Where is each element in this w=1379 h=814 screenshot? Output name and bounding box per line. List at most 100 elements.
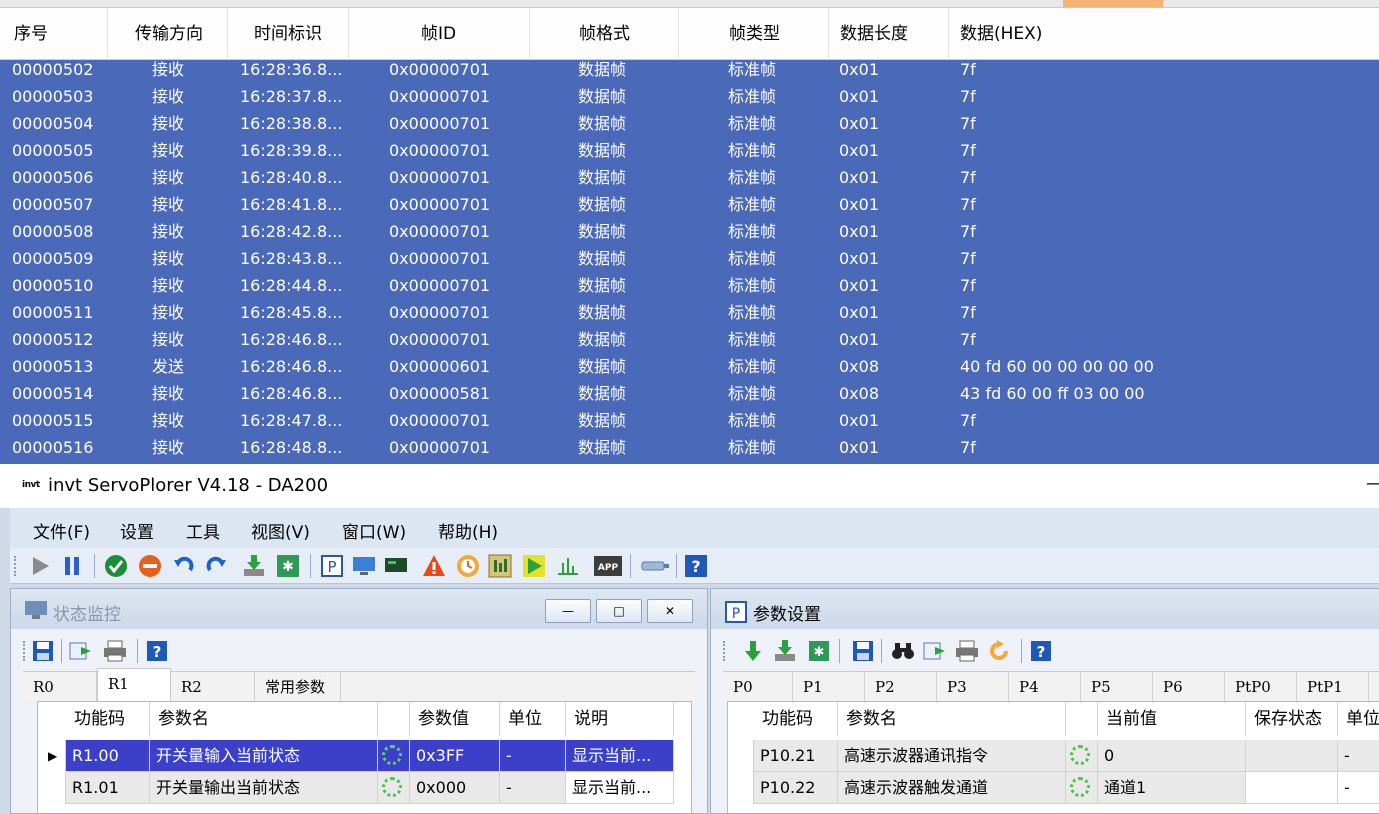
export-icon[interactable]: [69, 639, 93, 663]
check-icon[interactable]: [104, 554, 128, 578]
col-header-status-indicator[interactable]: [378, 702, 410, 736]
chart-icon[interactable]: [556, 554, 580, 578]
run-icon[interactable]: [522, 554, 546, 578]
tab-p4[interactable]: P4: [1009, 672, 1081, 702]
save-icon[interactable]: [31, 639, 55, 663]
toolbar-grip[interactable]: [723, 641, 725, 661]
table-row[interactable]: 00000514 接收 16:28:46.8... 0x00000581 数据帧 标准帧 0…: [0, 380, 1379, 407]
col-header-save-status[interactable]: 保存状态: [1246, 702, 1338, 736]
table-row[interactable]: 00000508 接收 16:28:42.8... 0x00000701 数据帧 标准帧 0…: [0, 218, 1379, 245]
table-row[interactable]: P10.22 高速示波器触发通道 通道1 -: [728, 772, 1379, 804]
tab-p6[interactable]: P6: [1153, 672, 1225, 702]
param-icon[interactable]: P: [320, 554, 344, 578]
table-row[interactable]: P10.21 高速示波器通讯指令 0 -: [728, 740, 1379, 772]
table-row[interactable]: 00000513 发送 16:28:46.8... 0x00000601 数据帧 标准帧 0…: [0, 353, 1379, 380]
menu-help[interactable]: 帮助(H): [438, 518, 498, 543]
col-header-data-length[interactable]: 数据长度: [829, 8, 949, 60]
stop-icon[interactable]: [138, 554, 162, 578]
table-row[interactable]: 00000507 接收 16:28:41.8... 0x00000701 数据帧 标准帧 0…: [0, 191, 1379, 218]
param-settings-titlebar[interactable]: P 参数设置: [711, 589, 1379, 629]
table-row[interactable]: 00000512 接收 16:28:46.8... 0x00000701 数据帧 标准帧 0…: [0, 326, 1379, 353]
io-icon[interactable]: [488, 554, 512, 578]
app-icon[interactable]: APP: [594, 554, 622, 578]
col-header-param-value[interactable]: 参数值: [410, 702, 500, 736]
download-arrow-icon[interactable]: [741, 639, 765, 663]
table-row[interactable]: R1.01 开关量输出当前状态 0x000 - 显示当前...: [38, 772, 691, 804]
tab-ptp0[interactable]: PtP0: [1225, 672, 1297, 702]
table-row[interactable]: 00000506 接收 16:28:40.8... 0x00000701 数据帧 标准帧 0…: [0, 164, 1379, 191]
cell-current-value[interactable]: 0: [1098, 740, 1246, 772]
col-header-timestamp[interactable]: 时间标识: [228, 8, 349, 60]
menu-tools[interactable]: 工具: [186, 518, 220, 543]
col-header-frame-format[interactable]: 帧格式: [530, 8, 679, 60]
col-header-description[interactable]: 说明: [566, 702, 674, 736]
col-header-param-name[interactable]: 参数名: [150, 702, 378, 736]
reset-icon[interactable]: ✱: [807, 639, 831, 663]
help-icon[interactable]: ?: [145, 639, 169, 663]
col-header-status-indicator[interactable]: [1066, 702, 1098, 736]
pause-icon[interactable]: [60, 554, 84, 578]
download-icon[interactable]: [773, 639, 797, 663]
child-close-button[interactable]: ✕: [647, 599, 693, 623]
download-icon[interactable]: [242, 554, 266, 578]
tab-p5[interactable]: P5: [1081, 672, 1153, 702]
cell-current-value[interactable]: 通道1: [1098, 772, 1246, 804]
window-titlebar[interactable]: invt invt ServoPlorer V4.18 - DA200 —: [0, 464, 1379, 508]
col-header-func-code[interactable]: 功能码: [66, 702, 150, 736]
child-minimize-button[interactable]: —: [545, 599, 591, 623]
tab-r1[interactable]: R1: [97, 668, 171, 702]
col-header-func-code[interactable]: 功能码: [754, 702, 838, 736]
save-icon[interactable]: [851, 639, 875, 663]
terminal-icon[interactable]: [384, 554, 408, 578]
highlighted-toolbar-button[interactable]: [1063, 0, 1163, 7]
col-header-seq[interactable]: 序号: [0, 8, 108, 60]
table-row[interactable]: 00000509 接收 16:28:43.8... 0x00000701 数据帧 标准帧 0…: [0, 245, 1379, 272]
table-row[interactable]: 00000515 接收 16:28:47.8... 0x00000701 数据帧 标准帧 0…: [0, 407, 1379, 434]
table-row[interactable]: 00000511 接收 16:28:45.8... 0x00000701 数据帧 标准帧 0…: [0, 299, 1379, 326]
tab-r2[interactable]: R2: [171, 672, 255, 702]
menu-file[interactable]: 文件(F): [33, 518, 90, 543]
tab-p3[interactable]: P3: [937, 672, 1009, 702]
col-header-frame-type[interactable]: 帧类型: [679, 8, 829, 60]
col-header-unit[interactable]: 单位: [1338, 702, 1379, 736]
table-row[interactable]: 00000504 接收 16:28:38.8... 0x00000701 数据帧 标准帧 0…: [0, 110, 1379, 137]
print-icon[interactable]: [955, 639, 979, 663]
tab-p1[interactable]: P1: [793, 672, 865, 702]
help-icon[interactable]: ?: [684, 554, 708, 578]
monitor-icon[interactable]: [352, 554, 376, 578]
table-row[interactable]: 00000516 接收 16:28:48.8... 0x00000701 数据帧 标准帧 0…: [0, 434, 1379, 461]
clock-icon[interactable]: [456, 554, 480, 578]
tab-p2[interactable]: P2: [865, 672, 937, 702]
warning-icon[interactable]: [422, 554, 446, 578]
status-monitor-titlebar[interactable]: 状态监控 — □ ✕: [11, 589, 707, 629]
table-row[interactable]: 00000505 接收 16:28:39.8... 0x00000701 数据帧 标准帧 0…: [0, 137, 1379, 164]
col-header-direction[interactable]: 传输方向: [108, 8, 228, 60]
refresh-icon[interactable]: [987, 639, 1011, 663]
menu-settings[interactable]: 设置: [120, 518, 154, 543]
table-row[interactable]: ▶ R1.00 开关量输入当前状态 0x3FF - 显示当前...: [38, 740, 691, 772]
child-maximize-button[interactable]: □: [596, 599, 642, 623]
redo-icon[interactable]: [204, 554, 228, 578]
col-header-param-name[interactable]: 参数名: [838, 702, 1066, 736]
print-icon[interactable]: [103, 639, 127, 663]
col-header-frame-id[interactable]: 帧ID: [349, 8, 530, 60]
col-header-unit[interactable]: 单位: [500, 702, 566, 736]
toolbar-grip[interactable]: [23, 641, 25, 661]
table-row[interactable]: 00000502 接收 16:28:36.8... 0x00000701 数据帧 标准帧 0…: [0, 56, 1379, 83]
tab-p0[interactable]: P0: [723, 672, 793, 702]
connector-icon[interactable]: [640, 554, 670, 578]
tab-r0[interactable]: R0: [23, 672, 97, 702]
window-minimize-button[interactable]: —: [1366, 473, 1379, 494]
col-header-current-value[interactable]: 当前值: [1098, 702, 1246, 736]
tab-ptp1[interactable]: PtP1: [1297, 672, 1369, 702]
export-icon[interactable]: [923, 639, 947, 663]
menu-view[interactable]: 视图(V): [251, 518, 310, 543]
help-icon[interactable]: ?: [1029, 639, 1053, 663]
undo-icon[interactable]: [172, 554, 196, 578]
table-row[interactable]: 00000503 接收 16:28:37.8... 0x00000701 数据帧 标准帧 0…: [0, 83, 1379, 110]
tab-common-params[interactable]: 常用参数: [255, 672, 341, 702]
col-header-data-hex[interactable]: 数据(HEX): [949, 8, 1379, 60]
table-row[interactable]: 00000510 接收 16:28:44.8... 0x00000701 数据帧 标准帧 0…: [0, 272, 1379, 299]
play-icon[interactable]: [28, 554, 52, 578]
menu-window[interactable]: 窗口(W): [342, 518, 406, 543]
